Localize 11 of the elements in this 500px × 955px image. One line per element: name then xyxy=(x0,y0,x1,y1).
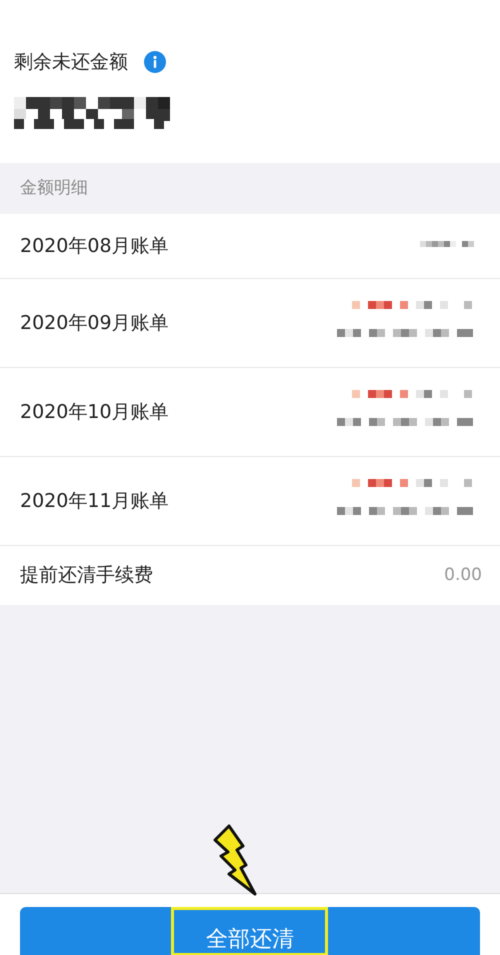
bill-label: 2020年08月账单 xyxy=(20,234,169,259)
pay-all-button[interactable]: 全部还清 xyxy=(20,907,480,955)
info-icon[interactable] xyxy=(144,51,166,74)
bill-label: 2020年10月账单 xyxy=(20,400,169,425)
bill-label: 2020年11月账单 xyxy=(20,488,169,514)
lightning-icon xyxy=(213,824,258,896)
balance-label: 剩余未还金额 xyxy=(14,50,128,75)
bill-label: 提前还清手续费 xyxy=(20,563,153,588)
fee-value: 0.00 xyxy=(444,564,482,587)
bill-label: 2020年09月账单 xyxy=(20,310,169,336)
section-header: 金额明细 xyxy=(20,176,88,200)
